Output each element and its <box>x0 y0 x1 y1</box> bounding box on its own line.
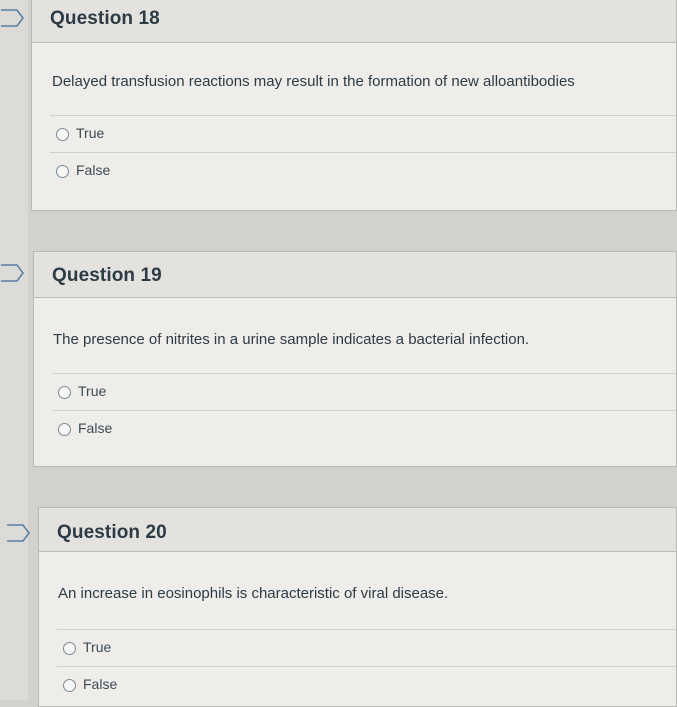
radio-unselected-icon[interactable] <box>63 642 76 655</box>
answer-label: True <box>78 383 107 399</box>
question-title: Question 18 <box>50 8 160 29</box>
answer-label: True <box>76 125 105 141</box>
radio-unselected-icon[interactable] <box>56 165 69 178</box>
question-text: The presence of nitrites in a urine samp… <box>53 331 530 348</box>
answer-option-false[interactable]: False <box>52 410 676 446</box>
answer-option-false[interactable]: False <box>57 666 676 702</box>
question-header: Question 19 <box>34 252 676 298</box>
left-gutter <box>0 0 28 700</box>
radio-unselected-icon[interactable] <box>58 386 71 399</box>
flag-question-icon[interactable] <box>0 263 26 283</box>
question-title: Question 20 <box>57 522 167 543</box>
radio-unselected-icon[interactable] <box>63 679 76 692</box>
question-header: Question 18 <box>32 0 676 43</box>
flag-question-icon[interactable] <box>6 523 32 543</box>
question-card-19: Question 19 The presence of nitrites in … <box>33 251 677 467</box>
answer-option-true[interactable]: True <box>50 115 676 151</box>
answer-option-true[interactable]: True <box>57 629 676 665</box>
answer-label: False <box>76 162 111 178</box>
answer-label: False <box>83 676 118 692</box>
question-title: Question 19 <box>52 265 162 286</box>
answer-option-true[interactable]: True <box>52 373 676 409</box>
question-card-20: Question 20 An increase in eosinophils i… <box>38 507 677 707</box>
answer-label: True <box>83 639 112 655</box>
radio-unselected-icon[interactable] <box>56 128 69 141</box>
radio-unselected-icon[interactable] <box>58 423 71 436</box>
answer-option-false[interactable]: False <box>50 152 676 188</box>
flag-question-icon[interactable] <box>0 8 26 28</box>
answer-label: False <box>78 420 113 436</box>
question-card-18: Question 18 Delayed transfusion reaction… <box>31 0 677 211</box>
question-header: Question 20 <box>39 508 676 552</box>
question-text: Delayed transfusion reactions may result… <box>52 73 575 90</box>
question-text: An increase in eosinophils is characteri… <box>58 585 449 602</box>
